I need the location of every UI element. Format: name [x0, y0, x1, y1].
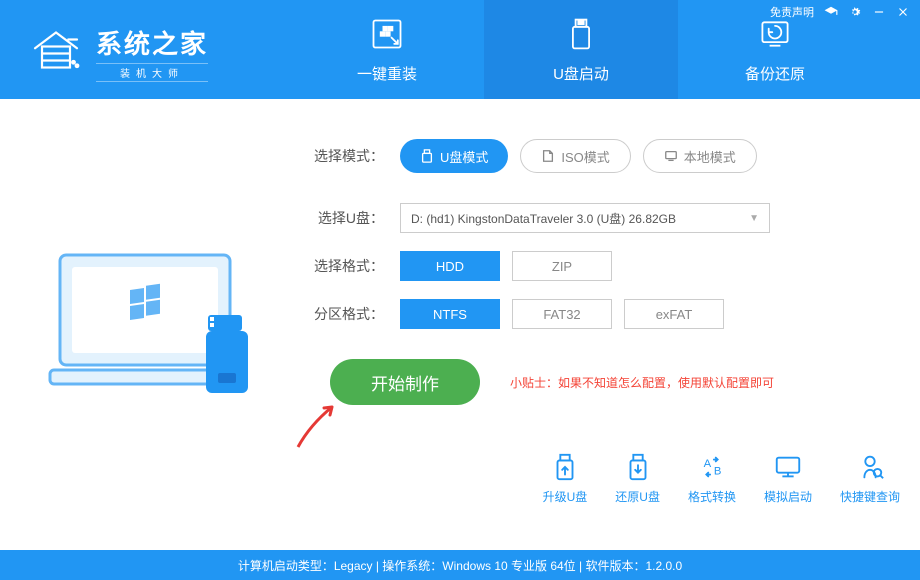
bottom-toolbar: 升级U盘 还原U盘 AB 格式转换 模拟启动 快捷键查询 [543, 452, 900, 505]
tool-simulate-boot[interactable]: 模拟启动 [764, 452, 812, 505]
tool-format-convert[interactable]: AB 格式转换 [688, 452, 736, 505]
partition-exfat-button[interactable]: exFAT [624, 299, 724, 329]
logo-title: 系统之家 [96, 24, 208, 61]
main-tabs: 一键重装 U盘启动 备份还原 [290, 0, 872, 99]
usb-select[interactable]: D: (hd1) KingstonDataTraveler 3.0 (U盘) 2… [400, 203, 770, 233]
house-logo-icon [28, 22, 84, 83]
reinstall-icon [369, 16, 405, 57]
statusbar: 计算机启动类型：Legacy | 操作系统：Windows 10 专业版 64位… [0, 550, 920, 580]
tool-hotkey-query[interactable]: 快捷键查询 [840, 452, 900, 505]
partition-ntfs-button[interactable]: NTFS [400, 299, 500, 329]
mode-label-text: ISO模式 [561, 147, 609, 166]
svg-text:B: B [714, 466, 722, 478]
illustration [0, 99, 300, 550]
backup-icon [757, 16, 793, 57]
tool-label: 还原U盘 [615, 488, 660, 505]
tool-label: 格式转换 [688, 488, 736, 505]
format-label: 选择格式： [300, 256, 384, 276]
mode-usb-button[interactable]: U盘模式 [400, 139, 508, 173]
mode-label-text: U盘模式 [440, 147, 488, 166]
svg-text:A: A [704, 458, 712, 470]
app-header: 免责声明 系统之家 装机大师 一键重装 U盘启动 备份还原 [0, 0, 920, 99]
chevron-down-icon: ▼ [749, 213, 759, 224]
usb-select-label: 选择U盘： [300, 208, 384, 228]
start-button[interactable]: 开始制作 [330, 359, 480, 405]
content-area: 选择模式： U盘模式 ISO模式 本地模式 选择U盘： D: (hd1) Kin… [0, 99, 920, 550]
partition-label: 分区格式： [300, 304, 384, 324]
tool-label: 快捷键查询 [840, 488, 900, 505]
mode-label: 选择模式： [300, 146, 384, 166]
tab-label: 一键重装 [357, 63, 417, 84]
partition-fat32-button[interactable]: FAT32 [512, 299, 612, 329]
tab-usb-boot[interactable]: U盘启动 [484, 0, 678, 99]
format-hdd-button[interactable]: HDD [400, 251, 500, 281]
tool-restore-usb[interactable]: 还原U盘 [615, 452, 660, 505]
tab-reinstall[interactable]: 一键重装 [290, 0, 484, 99]
close-icon[interactable] [896, 5, 910, 19]
tip-text: 小贴士：如果不知道怎么配置，使用默认配置即可 [510, 374, 774, 391]
tool-label: 模拟启动 [764, 488, 812, 505]
tab-backup[interactable]: 备份还原 [678, 0, 872, 99]
usb-icon [563, 16, 599, 57]
logo-subtitle: 装机大师 [96, 63, 208, 82]
usb-select-value: D: (hd1) KingstonDataTraveler 3.0 (U盘) 2… [411, 210, 676, 227]
logo: 系统之家 装机大师 [28, 22, 208, 83]
mode-iso-button[interactable]: ISO模式 [520, 139, 630, 173]
mode-label-text: 本地模式 [684, 147, 736, 166]
tool-upgrade-usb[interactable]: 升级U盘 [543, 452, 588, 505]
tab-label: U盘启动 [553, 63, 609, 84]
tab-label: 备份还原 [745, 63, 805, 84]
minimize-icon[interactable] [872, 5, 886, 19]
statusbar-text: 计算机启动类型：Legacy | 操作系统：Windows 10 专业版 64位… [238, 557, 682, 574]
tool-label: 升级U盘 [543, 488, 588, 505]
settings-panel: 选择模式： U盘模式 ISO模式 本地模式 选择U盘： D: (hd1) Kin… [300, 99, 920, 550]
format-zip-button[interactable]: ZIP [512, 251, 612, 281]
mode-local-button[interactable]: 本地模式 [643, 139, 757, 173]
